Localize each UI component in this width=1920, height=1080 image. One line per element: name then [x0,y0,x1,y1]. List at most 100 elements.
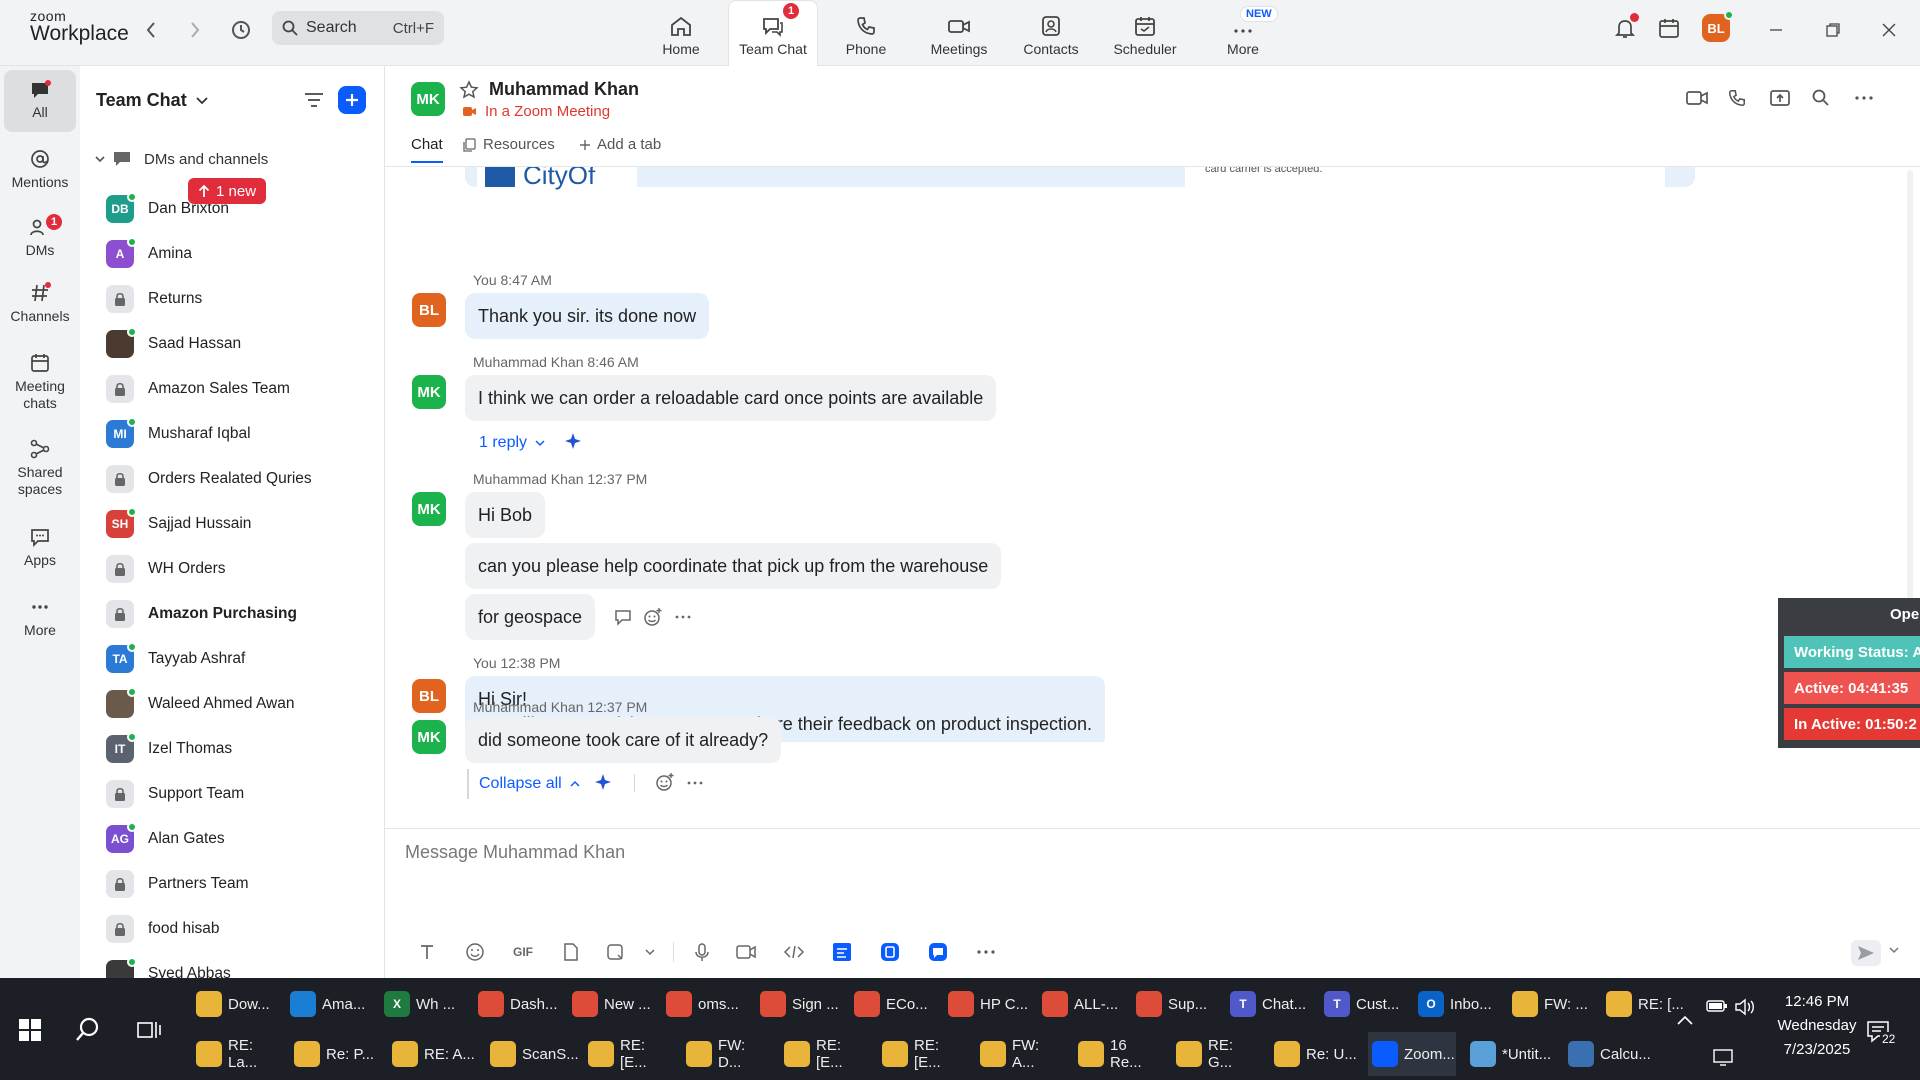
sidebar-item[interactable]: Returns [80,276,385,321]
message-more-icon[interactable] [685,774,705,792]
rail-more[interactable]: More [4,596,76,656]
file-icon[interactable] [547,942,595,962]
gif-icon[interactable]: GIF [499,945,547,959]
task-view-icon[interactable] [136,1018,162,1042]
volume-icon[interactable] [1734,998,1756,1016]
message-bubble[interactable]: Thank you sir. its done now [465,293,710,339]
app2-icon[interactable] [866,942,914,962]
taskbar-app[interactable]: FW: D... [682,1032,770,1076]
code-icon[interactable] [770,943,818,961]
taskbar-app[interactable]: RE: A... [388,1032,476,1076]
taskbar-app[interactable]: Sign ... [756,982,844,1026]
taskbar-app[interactable]: ALL-... [1038,982,1126,1026]
taskbar-app[interactable]: RE: La... [192,1032,280,1076]
taskbar-app[interactable]: RE: G... [1172,1032,1260,1076]
taskbar-app[interactable]: HP C... [944,982,1032,1026]
sidebar-item[interactable]: IT Izel Thomas [80,726,385,771]
emoji-react-icon[interactable] [655,772,675,792]
minimize-icon[interactable] [1763,17,1789,43]
taskbar-app[interactable]: FW: A... [976,1032,1064,1076]
message-input[interactable]: Message Muhammad Khan [405,842,625,863]
sidebar-item[interactable]: Saad Hassan [80,321,385,366]
message-bubble[interactable]: Hi Bob [465,492,546,538]
rail-dms[interactable]: DMs 1 [4,214,76,276]
search-icon[interactable] [74,1016,102,1044]
taskbar-app[interactable]: O Inbo... [1414,982,1502,1026]
battery-icon[interactable] [1706,998,1728,1014]
sidebar-item[interactable]: Orders Realated Quries [80,456,385,501]
bell-icon[interactable] [1612,13,1639,41]
taskbar-app[interactable]: Dow... [192,982,280,1026]
reply-icon[interactable] [613,608,633,626]
sidebar-item[interactable]: Partners Team [80,861,385,906]
sidebar-item[interactable]: SH Sajjad Hussain [80,501,385,546]
tab-contacts[interactable]: Contacts [1006,0,1096,66]
message-avatar[interactable]: MK [412,492,446,526]
new-chat-button[interactable] [338,86,366,114]
video-call-icon[interactable] [1685,88,1709,108]
tab-home[interactable]: Home [636,0,726,66]
tab-meetings[interactable]: Meetings [914,0,1004,66]
collapse-all-link[interactable]: Collapse all [479,775,580,793]
send-options-chevron-icon[interactable] [1889,946,1899,954]
emoji-react-icon[interactable] [643,607,663,627]
tab-add[interactable]: Add a tab [579,136,661,153]
taskbar-app[interactable]: oms... [662,982,750,1026]
app1-icon[interactable] [818,942,866,962]
chevron-down-icon[interactable] [635,948,665,956]
sidebar-item[interactable]: Support Team [80,771,385,816]
message-bubble[interactable]: can you please help coordinate that pick… [465,543,1002,589]
send-button[interactable] [1851,940,1881,966]
taskbar-app[interactable]: Dash... [474,982,562,1026]
app3-icon[interactable] [914,942,962,962]
taskbar-app[interactable]: X Wh ... [380,982,468,1026]
link-preview-card[interactable]: CityOf card carrier is accepted. [465,167,1695,188]
rail-channels[interactable]: Channels [4,282,76,344]
contact-avatar[interactable]: MK [411,82,445,116]
sidebar-item[interactable]: Waleed Ahmed Awan [80,681,385,726]
message-bubble[interactable]: I think we can order a reloadable card o… [465,375,997,421]
rail-meeting-chats[interactable]: Meeting chats [4,352,76,422]
message-avatar[interactable]: MK [412,375,446,409]
taskbar-app[interactable]: RE: [E... [584,1032,672,1076]
contact-name[interactable]: Muhammad Khan [489,79,639,100]
sidebar-item[interactable]: Amazon Sales Team [80,366,385,411]
tab-chat[interactable]: Chat [411,136,443,163]
taskbar-app[interactable]: Re: P... [290,1032,378,1076]
text-format-icon[interactable] [403,943,451,961]
message-avatar[interactable]: BL [412,293,446,327]
calendar-app-icon[interactable] [1656,15,1682,41]
rail-shared-spaces[interactable]: Shared spaces [4,438,76,508]
back-icon[interactable] [138,17,164,43]
new-messages-pill[interactable]: 1 new [188,178,267,204]
sidebar-item[interactable]: AG Alan Gates [80,816,385,861]
taskbar-app[interactable]: RE: [E... [780,1032,868,1076]
message-avatar[interactable]: MK [412,720,446,754]
tab-phone[interactable]: Phone [821,0,911,66]
close-icon[interactable] [1876,17,1902,43]
sidebar-item[interactable]: WH Orders [80,546,385,591]
taskbar-app[interactable]: New ... [568,982,656,1026]
taskbar-app[interactable]: FW: ... [1508,982,1596,1026]
ai-sparkle-icon[interactable] [563,431,583,451]
taskbar-app[interactable]: T Chat... [1226,982,1314,1026]
forward-icon[interactable] [182,17,208,43]
windows-start-icon[interactable] [18,1018,42,1042]
rail-all[interactable]: All [4,70,76,132]
action-center-icon[interactable] [1712,1048,1734,1066]
mic-icon[interactable] [682,942,722,962]
message-avatar[interactable]: BL [412,679,446,713]
star-icon[interactable] [459,80,479,100]
sidebar-item[interactable]: Amazon Purchasing [80,591,385,636]
tab-resources[interactable]: Resources [463,136,555,153]
video-clip-icon[interactable] [722,943,770,961]
taskbar-app[interactable]: Ama... [286,982,374,1026]
search-box[interactable]: Search Ctrl+F [272,11,444,45]
notifications-icon[interactable]: 22 [1866,1020,1898,1046]
taskbar-app[interactable]: Calcu... [1564,1032,1652,1076]
phone-call-icon[interactable] [1727,88,1747,108]
taskbar-app[interactable]: RE: [... [1602,982,1690,1026]
tab-more[interactable]: More NEW [1198,0,1288,66]
message-bubble[interactable]: for geospace [465,594,596,640]
taskbar-app[interactable]: ScanS... [486,1032,579,1076]
